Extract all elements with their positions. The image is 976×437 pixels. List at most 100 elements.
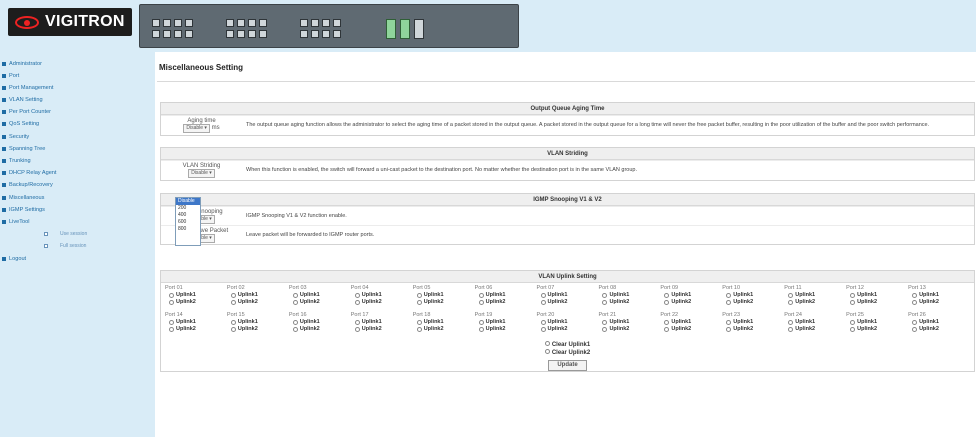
uplink1-label: Uplink1 (733, 319, 754, 325)
uplink1-radio[interactable]: Uplink1 (169, 319, 227, 326)
aging-option[interactable]: 600 (176, 219, 200, 226)
uplink1-radio[interactable]: Uplink1 (664, 319, 722, 326)
uplink2-radio[interactable]: Uplink2 (912, 326, 970, 333)
uplink1-radio[interactable]: Uplink1 (602, 292, 660, 299)
sidebar-item-livetool[interactable]: LiveTool (0, 217, 155, 226)
sidebar-item-qos-setting[interactable]: QoS Setting (0, 120, 155, 129)
uplink1-radio[interactable]: Uplink1 (726, 319, 784, 326)
sidebar-subitem-use-session[interactable]: Use session (0, 230, 155, 239)
uplink2-radio[interactable]: Uplink2 (354, 326, 413, 333)
sidebar-subitem-full-session[interactable]: Full session (0, 242, 155, 251)
uplink1-label: Uplink1 (919, 292, 939, 298)
uplink1-radio[interactable]: Uplink1 (540, 319, 599, 326)
uplink2-radio[interactable]: Uplink2 (850, 299, 908, 306)
sidebar-item-backup-recovery[interactable]: Backup/Recovery (0, 181, 155, 190)
update-button[interactable]: Update (548, 360, 587, 371)
uplink2-radio[interactable]: Uplink2 (540, 299, 599, 306)
aging-option[interactable]: 200 (176, 205, 200, 212)
uplink2-label: Uplink2 (361, 299, 382, 305)
uplink1-radio[interactable]: Uplink1 (602, 319, 660, 326)
uplink2-radio[interactable]: Uplink2 (169, 326, 227, 333)
sidebar-item-logout[interactable]: Logout (0, 254, 155, 263)
port-uplink-cell: Port 05 Uplink1 Uplink2 (413, 285, 475, 306)
uplink2-radio[interactable]: Uplink2 (169, 299, 227, 306)
uplink1-radio[interactable]: Uplink1 (230, 319, 289, 326)
radio-icon (230, 320, 236, 325)
uplink2-radio[interactable]: Uplink2 (354, 299, 413, 306)
uplink1-radio[interactable]: Uplink1 (850, 292, 908, 299)
sidebar-item-port[interactable]: Port (0, 71, 155, 80)
uplink2-radio[interactable]: Uplink2 (478, 299, 537, 306)
uplink1-radio[interactable]: Uplink1 (478, 319, 537, 326)
uplink1-radio[interactable]: Uplink1 (354, 292, 413, 299)
sidebar-item-label: QoS Setting (9, 121, 40, 128)
uplink2-radio[interactable]: Uplink2 (726, 299, 784, 306)
radio-icon (544, 349, 550, 354)
eye-logo-icon (15, 15, 39, 29)
sidebar-item-igmp-settings[interactable]: IGMP Settings (0, 205, 155, 214)
uplink1-radio[interactable]: Uplink1 (540, 292, 599, 299)
sidebar-item-security[interactable]: Security (0, 132, 155, 141)
uplink1-radio[interactable]: Uplink1 (788, 319, 846, 326)
port-label: Port 03 (288, 285, 307, 291)
uplink2-radio[interactable]: Uplink2 (664, 326, 722, 333)
uplink2-radio[interactable]: Uplink2 (416, 299, 475, 306)
sidebar-item-spanning-tree[interactable]: Spanning Tree (0, 144, 155, 153)
uplink2-radio[interactable]: Uplink2 (850, 326, 908, 333)
vlan-striding-row: VLAN Striding Disable ▾ When this functi… (161, 160, 974, 180)
uplink1-radio[interactable]: Uplink1 (912, 319, 970, 326)
uplink2-radio[interactable]: Uplink2 (230, 299, 289, 306)
sidebar-item-per-port-counter[interactable]: Per Port Counter (0, 108, 155, 117)
uplink1-radio[interactable]: Uplink1 (788, 292, 846, 299)
uplink1-radio[interactable]: Uplink1 (416, 319, 475, 326)
sidebar-item-dhcp-relay-agent[interactable]: DHCP Relay Agent (0, 169, 155, 178)
uplink1-radio[interactable]: Uplink1 (169, 292, 227, 299)
uplink2-radio[interactable]: Uplink2 (416, 326, 475, 333)
uplink2-radio[interactable]: Uplink2 (292, 326, 351, 333)
uplink2-radio[interactable]: Uplink2 (478, 326, 537, 333)
sidebar-item-administrator[interactable]: Administrator (0, 59, 155, 68)
sidebar-item-miscellaneous[interactable]: Miscellaneous (0, 193, 155, 202)
sidebar-item-trunking[interactable]: Trunking (0, 157, 155, 166)
uplink1-radio[interactable]: Uplink1 (850, 319, 908, 326)
uplink2-radio[interactable]: Uplink2 (912, 299, 970, 306)
radio-icon (540, 320, 546, 325)
uplink1-radio[interactable]: Uplink1 (664, 292, 722, 299)
aging-option[interactable]: 400 (176, 212, 200, 219)
clear-uplink1-option[interactable]: Clear Uplink1 (161, 341, 974, 349)
sidebar-item-label: Use session (60, 231, 88, 238)
uplink1-label: Uplink1 (485, 319, 506, 325)
uplink2-radio[interactable]: Uplink2 (788, 299, 846, 306)
port-uplink-cell: Port 09 Uplink1 Uplink2 (660, 285, 722, 306)
uplink1-radio[interactable]: Uplink1 (416, 292, 475, 299)
sidebar-item-vlan-setting[interactable]: VLAN Setting (0, 96, 155, 105)
uplink2-radio[interactable]: Uplink2 (664, 299, 722, 306)
uplink1-radio[interactable]: Uplink1 (292, 319, 351, 326)
vlan-striding-select[interactable]: Disable ▾ (188, 169, 215, 178)
uplink2-label: Uplink2 (795, 299, 816, 305)
uplink1-radio[interactable]: Uplink1 (354, 319, 413, 326)
uplink2-label: Uplink2 (857, 299, 878, 305)
uplink2-radio[interactable]: Uplink2 (230, 326, 289, 333)
uplink2-label: Uplink2 (609, 326, 630, 332)
clear-uplink2-option[interactable]: Clear Uplink2 (161, 349, 974, 357)
uplink2-radio[interactable]: Uplink2 (292, 299, 351, 306)
port-label: Port 15 (226, 312, 245, 318)
aging-time-select[interactable]: Disable ▾ (183, 124, 210, 133)
uplink2-radio[interactable]: Uplink2 (602, 326, 660, 333)
uplink1-radio[interactable]: Uplink1 (478, 292, 537, 299)
uplink2-radio[interactable]: Uplink2 (726, 326, 784, 333)
aging-option[interactable]: 800 (176, 226, 200, 233)
uplink2-radio[interactable]: Uplink2 (602, 299, 660, 306)
uplink2-radio[interactable]: Uplink2 (788, 326, 846, 333)
uplink1-radio[interactable]: Uplink1 (912, 292, 970, 299)
sidebar-item-port-management[interactable]: Port Management (0, 83, 155, 92)
switch-front-panel-image (139, 4, 519, 48)
uplink2-radio[interactable]: Uplink2 (540, 326, 599, 333)
uplink1-radio[interactable]: Uplink1 (230, 292, 289, 299)
menu-bullet-icon (2, 256, 6, 261)
port-label: Port 24 (784, 312, 802, 318)
uplink1-radio[interactable]: Uplink1 (292, 292, 351, 299)
uplink1-radio[interactable]: Uplink1 (726, 292, 784, 299)
aging-option[interactable]: Disable (176, 198, 200, 205)
